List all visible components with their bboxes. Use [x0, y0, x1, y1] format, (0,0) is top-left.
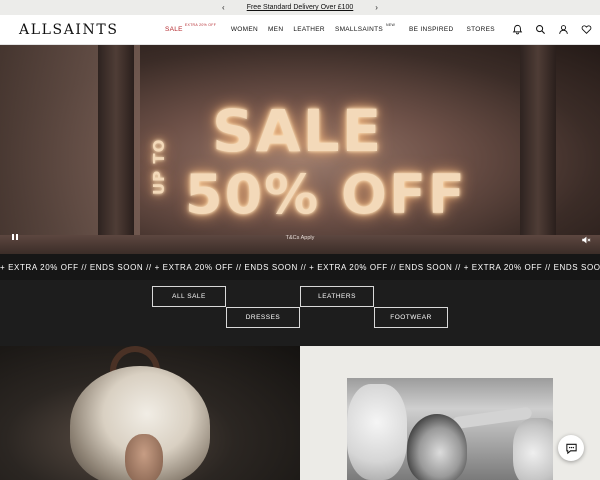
hero-pillar [520, 45, 556, 254]
promo-bar: ‹ Free Standard Delivery Over £100 › [0, 0, 600, 15]
site-header: ALLSAINTS SALE EXTRA 20% OFF WOMEN MEN LE… [0, 15, 600, 45]
nav-badge-extra: EXTRA 20% OFF [184, 23, 217, 27]
category-dresses-button[interactable]: DRESSES [226, 307, 300, 328]
wishlist-heart-icon[interactable] [581, 24, 592, 35]
photo-ruffle [347, 384, 407, 480]
nav-item-men[interactable]: MEN [268, 26, 283, 33]
bell-icon[interactable] [512, 24, 523, 35]
category-all-sale-button[interactable]: ALL SALE [152, 286, 226, 307]
account-icon[interactable] [558, 24, 569, 35]
model-face-image [125, 434, 163, 480]
category-footwear-button[interactable]: FOOTWEAR [374, 307, 448, 328]
nav-item-smallsaints[interactable]: SMALLSAINTS NEW [334, 23, 395, 33]
nav-item-leather[interactable]: LEATHER [293, 26, 325, 33]
hero-headline-upto: UP TO [150, 138, 168, 195]
chat-bubble-icon[interactable] [558, 435, 584, 461]
promo-message[interactable]: Free Standard Delivery Over £100 [247, 4, 354, 11]
photo-ruffle [513, 418, 553, 480]
nav-item-women[interactable]: WOMEN [231, 26, 258, 33]
nav-item-be-inspired[interactable]: BE INSPIRED [409, 26, 453, 33]
header-icons [512, 24, 592, 35]
nav-badge-new: NEW [386, 23, 396, 27]
pause-icon[interactable] [12, 233, 20, 241]
hero-headline-discount: 50% OFF [185, 163, 467, 226]
nav-item-stores[interactable]: STORES [467, 26, 495, 33]
feature-tile-right[interactable] [300, 346, 600, 480]
chevron-left-icon[interactable]: ‹ [222, 3, 225, 12]
main-nav: SALE EXTRA 20% OFF WOMEN MEN LEATHER SMAL… [165, 23, 495, 33]
speaker-mute-icon[interactable] [581, 232, 591, 244]
nav-item-label: SMALLSAINTS [334, 26, 384, 33]
model-photo [347, 378, 553, 480]
brand-logo[interactable]: ALLSAINTS [19, 22, 119, 38]
search-icon[interactable] [535, 24, 546, 35]
hero-headline-sale: SALE [212, 97, 384, 165]
promo-marquee: + EXTRA 20% OFF // ENDS SOON // + EXTRA … [0, 254, 600, 280]
category-links: ALL SALE DRESSES LEATHERS FOOTWEAR [0, 280, 600, 346]
photo-head [407, 414, 467, 480]
nav-item-sale[interactable]: SALE EXTRA 20% OFF [165, 23, 216, 33]
hero-banner[interactable]: SALE UP TO 50% OFF T&Cs Apply [0, 45, 600, 254]
marquee-text: + EXTRA 20% OFF // ENDS SOON // + EXTRA … [0, 262, 600, 272]
feature-tile-left[interactable] [0, 346, 300, 480]
nav-item-label: SALE [165, 26, 183, 33]
hero-terms[interactable]: T&Cs Apply [0, 235, 600, 241]
chevron-right-icon[interactable]: › [375, 3, 378, 12]
category-leathers-button[interactable]: LEATHERS [300, 286, 374, 307]
hero-pillar [98, 45, 134, 254]
